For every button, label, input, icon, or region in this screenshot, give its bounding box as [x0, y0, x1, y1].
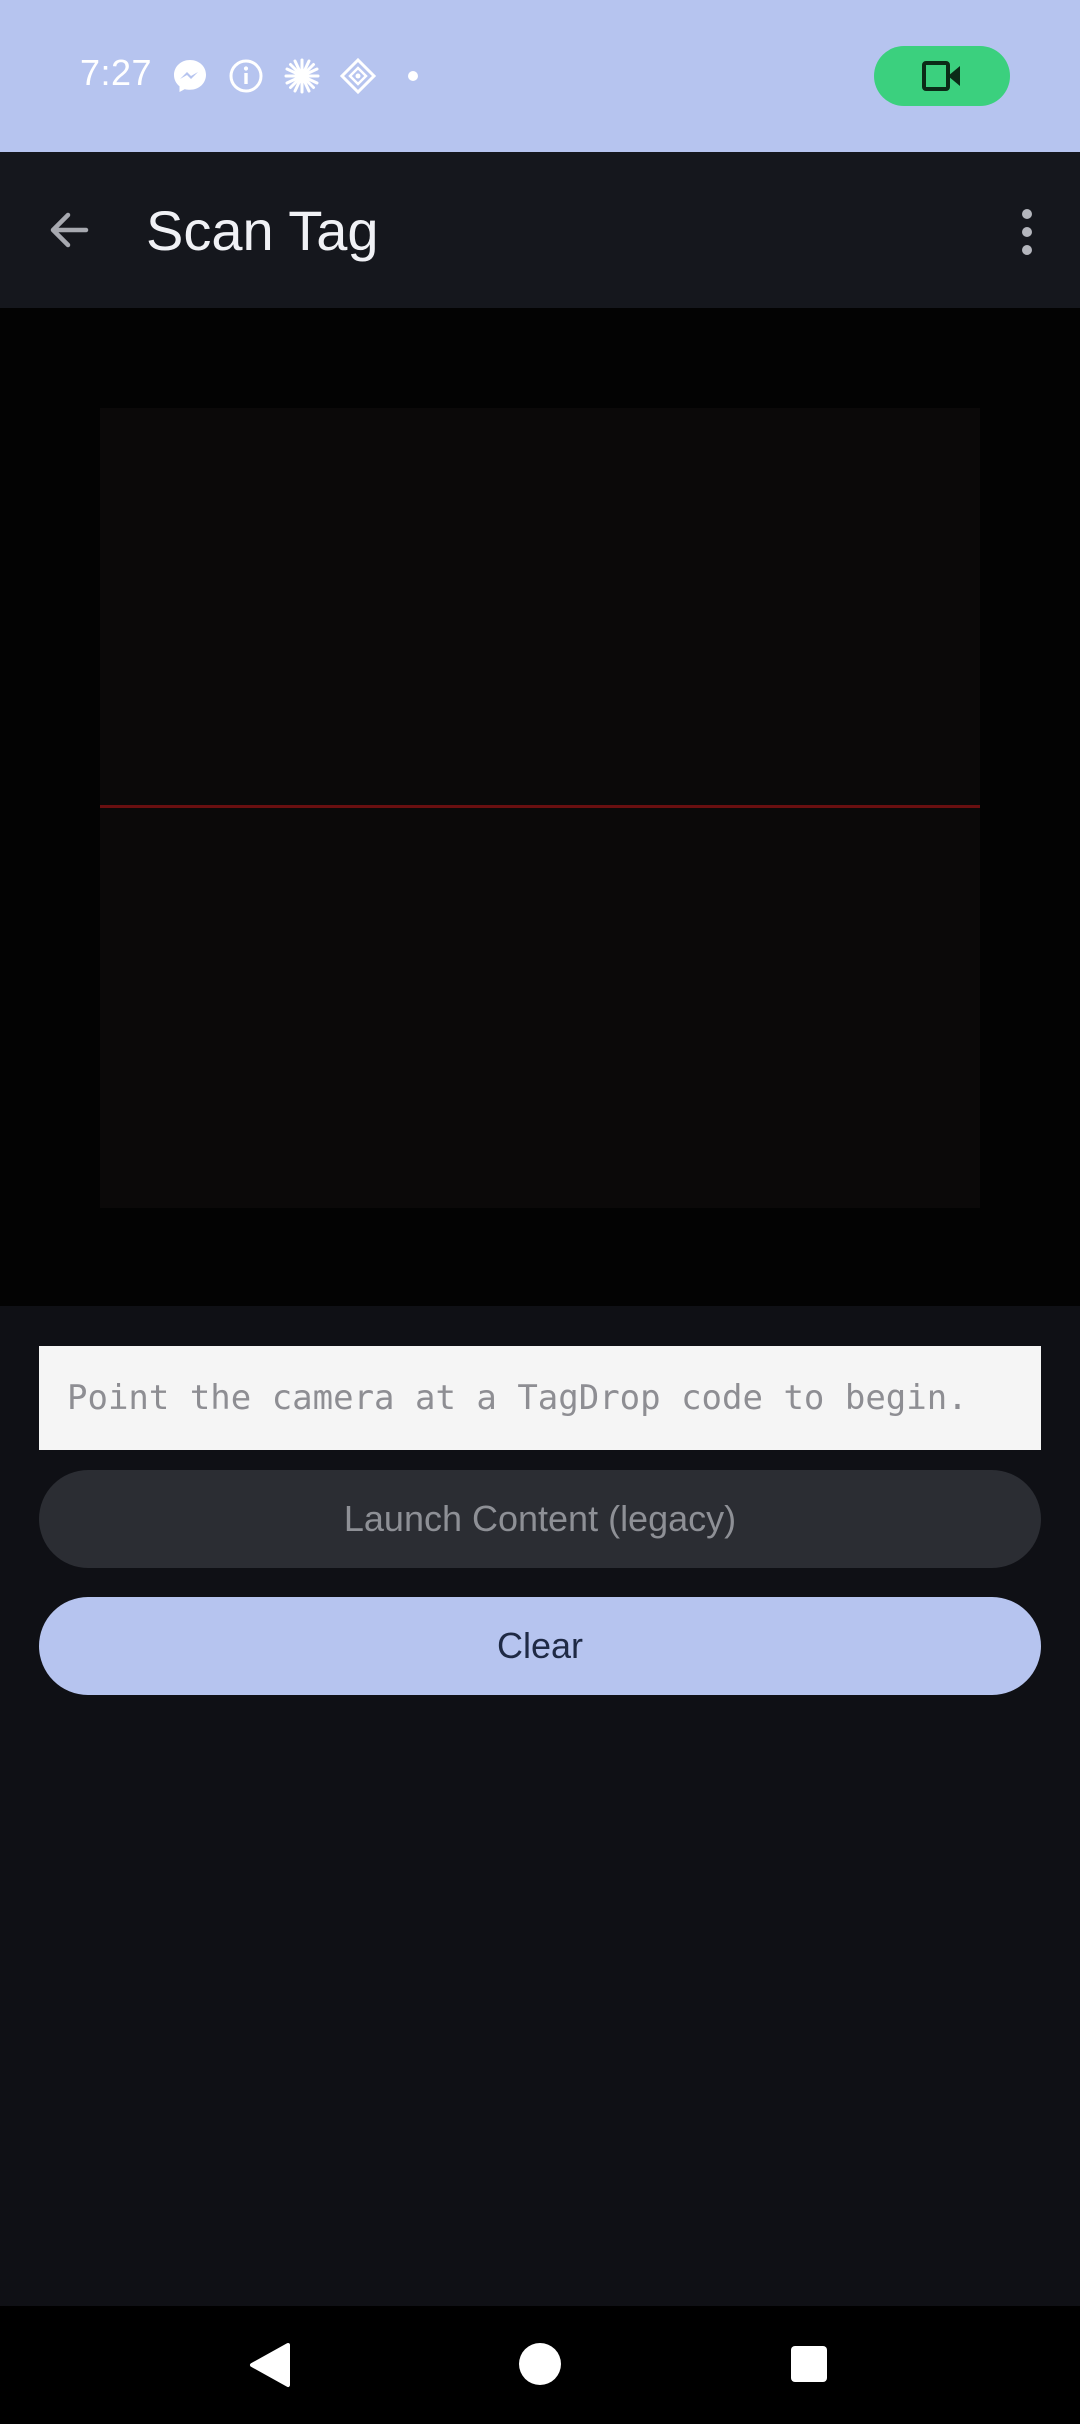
messenger-icon — [170, 56, 210, 96]
page-title: Scan Tag — [146, 199, 379, 262]
camera-viewfinder[interactable] — [0, 308, 1080, 1306]
back-button[interactable] — [40, 200, 100, 260]
asterisk-icon — [282, 56, 322, 96]
scan-laser-line — [100, 805, 980, 808]
status-bar: 7:27 — [0, 0, 1080, 152]
overflow-menu-button[interactable] — [1002, 200, 1052, 264]
dot-icon — [408, 71, 418, 81]
arrow-back-icon — [50, 212, 89, 248]
more-vertical-icon — [1022, 209, 1032, 255]
diamond-icon — [338, 56, 378, 96]
info-icon — [226, 56, 266, 96]
scan-hint-text: Point the camera at a TagDrop code to be… — [39, 1346, 1041, 1450]
nav-recents-icon[interactable] — [791, 2346, 827, 2382]
camera-in-use-indicator[interactable] — [874, 46, 1010, 106]
system-navigation-bar — [0, 2306, 1080, 2424]
launch-content-button[interactable]: Launch Content (legacy) — [39, 1470, 1041, 1568]
app-bar: Scan Tag — [0, 152, 1080, 308]
nav-back-icon[interactable] — [248, 2342, 292, 2388]
scan-frame — [100, 408, 980, 1208]
clear-button[interactable]: Clear — [39, 1597, 1041, 1695]
status-time: 7:27 — [80, 52, 153, 93]
nav-home-icon[interactable] — [519, 2343, 561, 2385]
video-camera-icon — [922, 61, 960, 91]
